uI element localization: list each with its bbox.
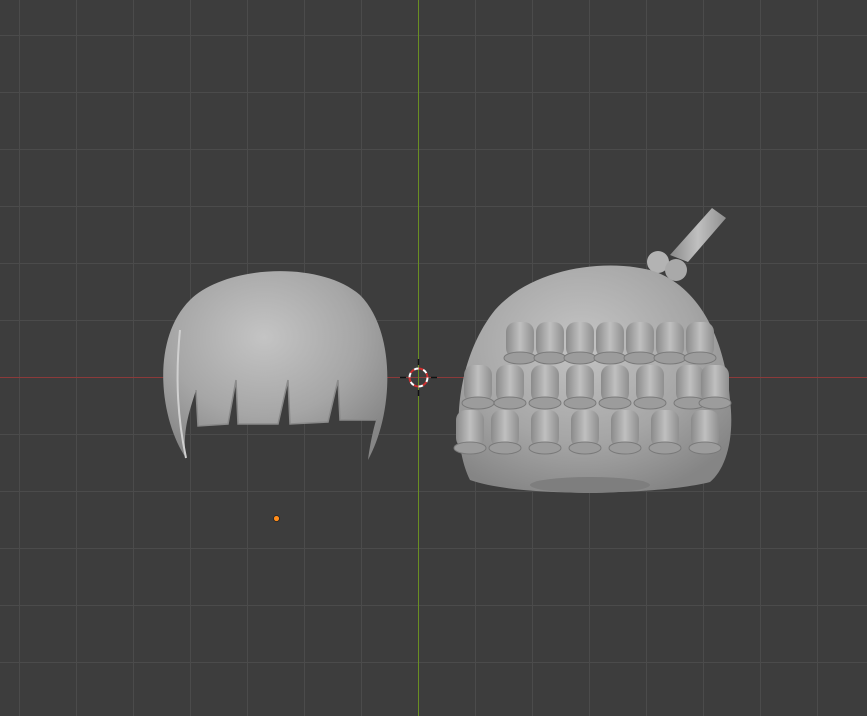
- object-origin[interactable]: [273, 515, 280, 522]
- hair-strand-tip: [533, 351, 567, 365]
- hair-strand-tip: [503, 351, 537, 365]
- hair-strand-tip: [563, 396, 597, 410]
- 3d-viewport[interactable]: [0, 0, 867, 716]
- hair-strand-tip: [598, 396, 632, 410]
- hair-strand-tip: [623, 351, 657, 365]
- viewport-grid: [0, 0, 867, 716]
- hair-strand-tip: [698, 396, 732, 410]
- hair-bob-mesh[interactable]: [163, 271, 388, 460]
- hair-strand-tip: [633, 396, 667, 410]
- hair-strand-tip: [528, 441, 562, 455]
- hair-strand-tip: [493, 396, 527, 410]
- viewport-canvas[interactable]: [0, 0, 867, 716]
- hair-strand-tip: [683, 351, 717, 365]
- hair-strand-tip: [688, 441, 722, 455]
- hair-strand-tip: [568, 441, 602, 455]
- hair-strand-tip: [488, 441, 522, 455]
- hair-strand-tip: [593, 351, 627, 365]
- hair-strand-tip: [608, 441, 642, 455]
- hair-strand-tip: [453, 441, 487, 455]
- hair-strand-tip: [461, 396, 495, 410]
- hair-strand-tip: [648, 441, 682, 455]
- hair-strand-tip: [563, 351, 597, 365]
- hair-strand-tip: [653, 351, 687, 365]
- hair-strand-tip: [528, 396, 562, 410]
- hair-layered-mesh[interactable]: [453, 208, 732, 493]
